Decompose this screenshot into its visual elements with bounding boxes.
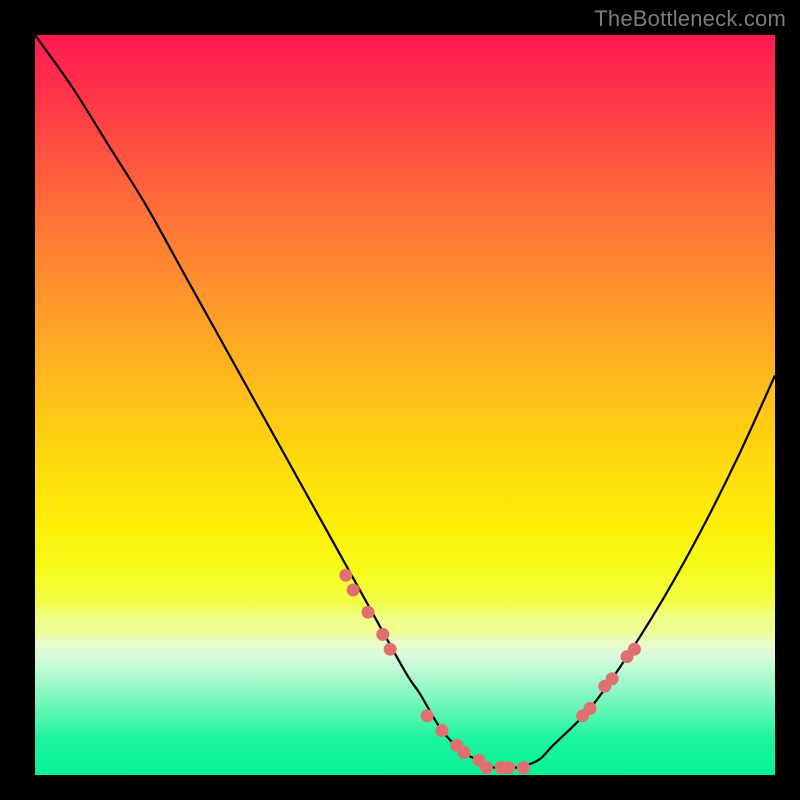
curve-path [35,35,775,769]
marker-point [376,628,389,641]
marker-point [502,761,515,774]
marker-point [436,724,449,737]
marker-point [606,672,619,685]
plot-area [35,35,775,775]
marker-point [458,746,471,759]
marker-point [421,709,434,722]
marker-point [362,606,375,619]
marker-point [584,702,597,715]
marker-point [628,643,641,656]
marker-point [384,643,397,656]
marker-group [339,569,641,774]
watermark-label: TheBottleneck.com [594,6,786,32]
marker-point [339,569,352,582]
marker-point [480,761,493,774]
marker-point [347,584,360,597]
marker-point [517,761,530,774]
chart-frame: TheBottleneck.com [0,0,800,800]
bottleneck-curve [35,35,775,775]
